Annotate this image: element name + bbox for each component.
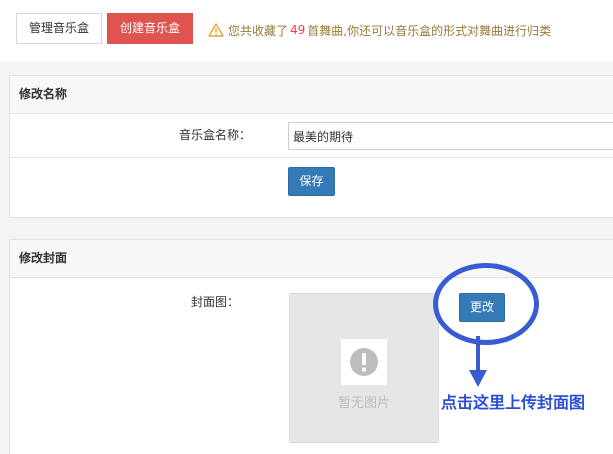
no-image-text: 暂无图片 (337, 396, 390, 411)
cover-image-placeholder[interactable]: 暂无图片 (289, 293, 439, 443)
musicbox-name-label: 音乐盒名称： (179, 128, 252, 142)
warning-triangle-icon (208, 23, 224, 37)
notice-suffix: 首舞曲,你还可以音乐盒的形式对舞曲进行归类 (307, 23, 552, 38)
manage-musicbox-button[interactable]: 管理音乐盒 (16, 13, 102, 44)
notice-prefix: 您共收藏了 (228, 23, 289, 38)
create-musicbox-button[interactable]: 创建音乐盒 (107, 13, 193, 44)
cover-panel-title: 修改封面 (10, 240, 613, 278)
cover-panel: 修改封面 封面图： 暂无图片 更改 (9, 239, 613, 454)
rename-panel: 修改名称 音乐盒名称： 保存 (9, 75, 613, 218)
musicbox-name-input[interactable] (288, 122, 613, 150)
annotation-highlight-ellipse (433, 263, 539, 345)
exclamation-circle-icon (341, 339, 387, 385)
rename-panel-title: 修改名称 (10, 76, 613, 114)
annotation-text: 点击这里上传封面图 (441, 393, 586, 412)
top-toolbar: 管理音乐盒 创建音乐盒 您共收藏了 49 首舞曲,你还可以音乐盒的形式对舞曲进行… (0, 0, 613, 62)
form-divider (10, 157, 613, 158)
cover-image-label: 封面图： (191, 295, 240, 309)
annotation-arrow-icon (469, 336, 487, 387)
collection-notice: 您共收藏了 49 首舞曲,你还可以音乐盒的形式对舞曲进行归类 (208, 22, 551, 38)
save-button[interactable]: 保存 (288, 167, 335, 196)
collected-count: 49 (290, 23, 306, 37)
